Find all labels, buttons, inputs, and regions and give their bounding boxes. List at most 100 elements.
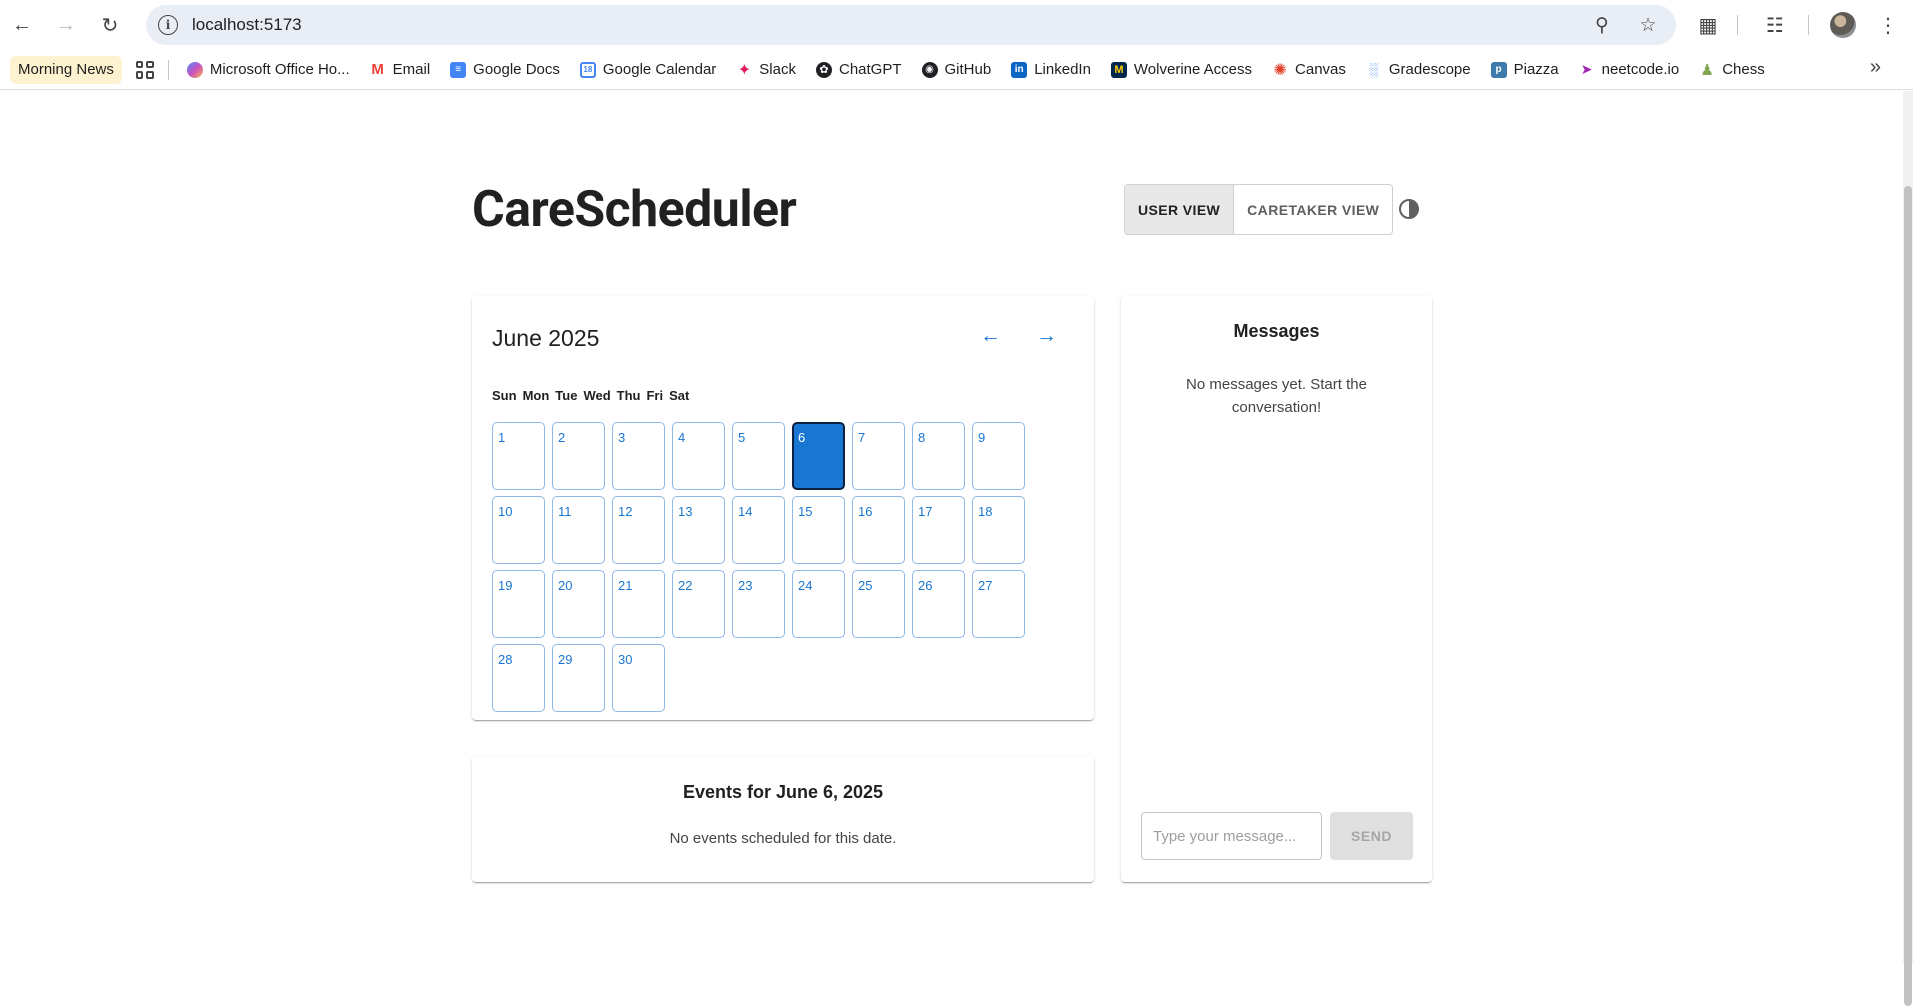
messages-title: Messages [1233,321,1320,341]
calendar-day[interactable]: 29 [552,644,605,712]
calendar-day[interactable]: 9 [972,422,1025,490]
linkedin-icon: in [1011,61,1028,78]
bookmark-chatgpt[interactable]: ✿ ChatGPT [808,56,910,84]
bookmark-email[interactable]: M Email [362,56,439,84]
weekday-label: Thu [616,388,641,403]
calendar-day[interactable]: 30 [612,644,665,712]
send-button[interactable]: SEND [1330,812,1413,860]
calendar-day[interactable]: 28 [492,644,545,712]
tab-search-icon[interactable]: ☷ [1760,10,1790,40]
copilot-icon [186,61,203,78]
calendar-day[interactable]: 27 [972,570,1025,638]
weekday-label: Sun [492,388,517,403]
bookmark-piazza[interactable]: p Piazza [1483,56,1567,84]
caretaker-view-button[interactable]: CARETAKER VIEW [1234,185,1392,234]
theme-contrast-icon[interactable] [1399,199,1419,219]
messages-empty-text: No messages yet. Start the conversation! [1186,376,1367,416]
bookmark-slack[interactable]: ✦ Slack [728,56,804,84]
github-icon: ◉ [921,61,938,78]
bookmark-label: GitHub [944,61,992,78]
page-scrollbar[interactable] [1903,91,1913,1006]
bookmark-wolverine-access[interactable]: M Wolverine Access [1103,56,1260,84]
michigan-icon: M [1110,61,1127,78]
calendar-day[interactable]: 23 [732,570,785,638]
events-empty-text: No events scheduled for this date. [669,830,897,847]
rocket-icon: ➤ [1580,61,1593,77]
site-info-icon[interactable]: i [158,15,178,35]
weekday-label: Sat [669,388,690,403]
bookmark-github[interactable]: ◉ GitHub [914,56,1000,84]
calendar-day[interactable]: 2 [552,422,605,490]
calendar-day[interactable]: 13 [672,496,725,564]
more-menu-icon[interactable]: ⋮ [1873,10,1903,40]
app-title: CareScheduler [472,181,797,239]
calendar-day[interactable]: 21 [612,570,665,638]
bookmark-label: Gradescope [1388,61,1471,78]
user-view-button[interactable]: USER VIEW [1125,185,1235,234]
bookmark-google-calendar[interactable]: 18 Google Calendar [572,56,724,84]
reload-icon[interactable]: ↻ [92,7,128,43]
calendar-day[interactable]: 4 [672,422,725,490]
view-toggle-group: USER VIEW CARETAKER VIEW [1124,184,1394,235]
calendar-day[interactable]: 7 [852,422,905,490]
calendar-day[interactable]: 8 [912,422,965,490]
calendar-day[interactable]: 12 [612,496,665,564]
bookmark-neetcode[interactable]: ➤ neetcode.io [1571,56,1688,84]
calendar-day[interactable]: 25 [852,570,905,638]
next-month-button[interactable]: → [1036,324,1057,348]
calendar-icon: 18 [579,61,596,78]
browser-toolbar: ← → ↻ i localhost:5173 ⚲ ☆ ▦ ☷ ⋮ [0,0,1913,50]
month-label: June 2025 [492,325,600,351]
calendar-day[interactable]: 17 [912,496,965,564]
bookmark-gradescope[interactable]: ░ Gradescope [1358,56,1479,84]
forward-arrow-icon[interactable]: → [48,7,84,43]
calendar-day[interactable]: 1 [492,422,545,490]
slack-icon: ✦ [737,61,751,79]
bookmark-microsoft-office[interactable]: Microsoft Office Ho... [179,56,358,84]
bookmark-label: LinkedIn [1034,61,1091,78]
days-grid: 1 2 3 4 5 6 7 8 9 10 11 12 13 14 15 16 17 18 19 20 21 22 23 24 2… [492,422,1032,712]
calendar-day[interactable]: 10 [492,496,545,564]
bookmarks-overflow-icon[interactable]: » [1870,56,1881,79]
calendar-card: June 2025 ← → Sun Mon Tue Wed Thu Fri Sa… [472,296,1094,720]
bookmark-label: Canvas [1295,61,1346,78]
calendar-day[interactable]: 20 [552,570,605,638]
extensions-icon[interactable]: ▦ [1693,10,1723,40]
bookmark-label: Piazza [1513,61,1559,78]
zoom-icon[interactable]: ⚲ [1590,13,1614,37]
calendar-day[interactable]: 11 [552,496,605,564]
url-text[interactable]: localhost:5173 [192,15,302,35]
bookmark-linkedin[interactable]: in LinkedIn [1003,56,1099,84]
calendar-day[interactable]: 24 [792,570,845,638]
apps-grid-icon[interactable] [135,60,154,79]
calendar-day[interactable]: 5 [732,422,785,490]
back-arrow-icon[interactable]: ← [4,7,40,43]
calendar-day[interactable]: 18 [972,496,1025,564]
bookmark-chess[interactable]: ♟ Chess [1691,56,1773,84]
messages-card: Messages No messages yet. Start the conv… [1121,296,1432,882]
bookmark-canvas[interactable]: ✺ Canvas [1264,56,1354,84]
calendar-day[interactable]: 19 [492,570,545,638]
app-page: CareScheduler USER VIEW CARETAKER VIEW J… [0,91,1913,963]
calendar-day[interactable]: 3 [612,422,665,490]
calendar-day[interactable]: 15 [792,496,845,564]
calendar-day[interactable]: 6 [792,422,845,490]
bookmark-label: ChatGPT [838,61,902,78]
weekday-label: Tue [555,388,578,403]
bookmark-google-docs[interactable]: ≡ Google Docs [442,56,568,84]
bookmark-star-icon[interactable]: ☆ [1636,13,1660,37]
bookmark-label: Microsoft Office Ho... [209,61,350,78]
calendar-day[interactable]: 22 [672,570,725,638]
bookmark-label: neetcode.io [1601,61,1680,78]
bookmark-morning-news[interactable]: Morning News [10,55,122,84]
calendar-day[interactable]: 14 [732,496,785,564]
calendar-day[interactable]: 16 [852,496,905,564]
address-bar[interactable]: i localhost:5173 ⚲ ☆ [146,5,1676,45]
profile-avatar[interactable] [1830,12,1856,38]
bookmark-label: Wolverine Access [1133,61,1253,78]
calendar-day[interactable]: 26 [912,570,965,638]
message-input[interactable] [1141,812,1322,860]
bookmark-label: Email [392,61,431,78]
prev-month-button[interactable]: ← [980,324,1001,348]
gmail-icon: M [371,61,384,78]
